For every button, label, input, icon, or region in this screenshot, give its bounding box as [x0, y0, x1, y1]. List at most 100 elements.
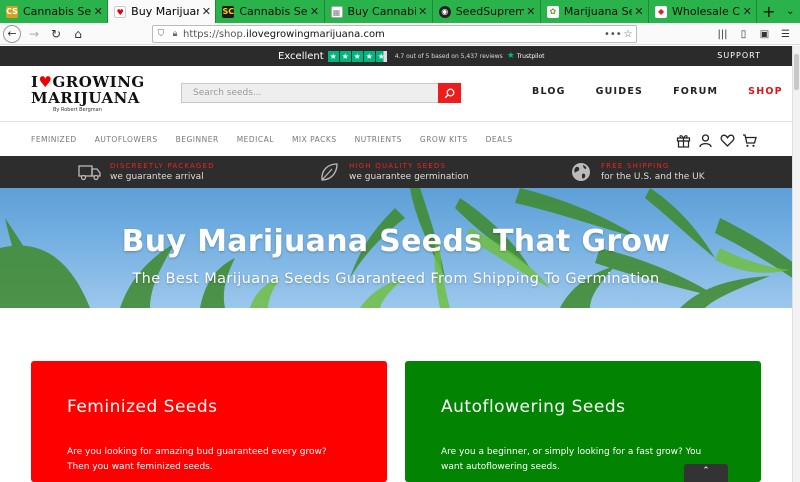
card-title: Feminized Seeds	[67, 397, 218, 417]
browser-tab-1[interactable]: CS Cannabis Seeds ✕	[0, 0, 109, 23]
nav-forum[interactable]: FORUM	[673, 86, 718, 97]
search-form	[181, 83, 461, 103]
tab-close-icon[interactable]: ✕	[199, 5, 213, 18]
url-text[interactable]: https://shop.ilovegrowingmarijuana.com	[181, 29, 604, 40]
card-description: Are you looking for amazing bud guarante…	[67, 445, 357, 475]
wishlist-heart-icon[interactable]	[719, 132, 735, 148]
tab-close-icon[interactable]: ✕	[632, 5, 646, 18]
site-logo[interactable]: I♥GROWING MARIJUANA By Robert Bergman	[31, 74, 146, 116]
tab-list-menu-icon[interactable]: ⌄	[781, 0, 800, 23]
star-icon: ★	[339, 50, 351, 62]
globe-icon	[568, 160, 594, 184]
nav-blog[interactable]: BLOG	[532, 86, 566, 97]
lock-icon[interactable]: 🔒︎	[169, 29, 181, 39]
scroll-to-top-button[interactable]: ⌃	[684, 464, 728, 482]
site-header: I♥GROWING MARIJUANA By Robert Bergman BL…	[0, 66, 800, 122]
feminized-seeds-card[interactable]: Feminized Seeds Are you looking for amaz…	[31, 361, 387, 482]
trustpilot-logo: ★ Trustpilot	[507, 51, 545, 61]
tab-close-icon[interactable]: ✕	[524, 5, 538, 18]
trust-excellent-label: Excellent	[278, 50, 324, 62]
benefit-quality: HIGH QUALITY SEEDS we guarantee germinat…	[316, 160, 469, 184]
tab-close-icon[interactable]: ✕	[416, 5, 430, 18]
home-icon[interactable]: ⌂	[67, 24, 89, 44]
browser-tab-6[interactable]: ✿ Marijuana Seed ✕	[541, 0, 650, 23]
url-domain: ilovegrowingmarijuana.com	[246, 28, 385, 40]
url-bar[interactable]: ⛉ 🔒︎ https://shop.ilovegrowingmarijuana.…	[152, 25, 637, 43]
benefit-subtitle: we guarantee germination	[349, 172, 469, 182]
cart-icon[interactable]	[741, 132, 757, 148]
tracking-shield-icon[interactable]: ⛉	[153, 29, 169, 39]
tab-label: Buy Marijuana S	[131, 5, 199, 18]
leaf-icon	[316, 160, 342, 184]
browser-tab-7[interactable]: ◆ Wholesale Cann ✕	[649, 0, 758, 23]
tab-favicon-icon: SC	[222, 5, 235, 18]
page-scrollbar[interactable]	[792, 46, 800, 482]
category-grow-kits[interactable]: GROW KITS	[420, 135, 468, 144]
star-icon: ★	[327, 50, 339, 62]
browser-toolbar: ← → ↻ ⌂ ⛉ 🔒︎ https://shop.ilovegrowingma…	[0, 23, 800, 45]
benefit-subtitle: for the U.S. and the UK	[601, 172, 705, 182]
new-tab-button[interactable]: +	[757, 0, 780, 23]
tab-label: Buy Cannabis S	[347, 5, 416, 18]
benefit-text: FREE SHIPPING for the U.S. and the UK	[601, 161, 705, 183]
card-description-line: Are you a beginner, or simply looking fo…	[441, 447, 702, 457]
star-icon: ★	[351, 50, 363, 62]
tab-label: Marijuana Seed	[563, 5, 632, 18]
account-icon[interactable]	[697, 132, 713, 148]
bookmark-star-icon[interactable]: ☆	[620, 29, 636, 40]
browser-tab-2[interactable]: ♥ Buy Marijuana S ✕	[108, 0, 217, 23]
category-mix-packs[interactable]: MIX PACKS	[292, 135, 337, 144]
gift-icon[interactable]	[675, 132, 691, 148]
star-icon: ★	[363, 50, 375, 62]
search-button[interactable]	[438, 83, 461, 103]
library-icon[interactable]: |||	[714, 26, 731, 42]
reload-icon[interactable]: ↻	[45, 24, 67, 44]
category-deals[interactable]: DEALS	[486, 135, 513, 144]
browser-tab-5[interactable]: ◉ SeedSupreme S ✕	[433, 0, 541, 23]
back-arrow-icon[interactable]: ←	[3, 24, 21, 43]
support-link[interactable]: SUPPORT	[717, 46, 761, 66]
category-autoflowers[interactable]: AUTOFLOWERS	[95, 135, 158, 144]
tab-close-icon[interactable]: ✕	[740, 5, 754, 18]
browser-tab-3[interactable]: SC Cannabis Seeds ✕	[216, 0, 325, 23]
reader-icon[interactable]: ▣	[756, 26, 773, 42]
nav-guides[interactable]: GUIDES	[596, 86, 643, 97]
main-nav: BLOG GUIDES FORUM SHOP	[532, 86, 783, 97]
tab-favicon-icon: ♥	[114, 5, 127, 18]
forward-arrow-icon[interactable]: →	[23, 24, 45, 44]
category-feminized[interactable]: FEMINIZED	[31, 135, 77, 144]
benefit-shipping: FREE SHIPPING for the U.S. and the UK	[568, 160, 705, 184]
search-icon	[444, 88, 455, 98]
trustpilot-bar: Excellent ★ ★ ★ ★ ★ 4.7 out of 5 based o…	[0, 46, 800, 66]
menu-icon[interactable]: ☰	[777, 26, 794, 42]
logo-line-1: I♥GROWING	[31, 74, 146, 90]
browser-tab-4[interactable]: ▦ Buy Cannabis S ✕	[325, 0, 433, 23]
search-input[interactable]	[181, 83, 438, 103]
hero-subtitle: The Best Marijuana Seeds Guaranteed From…	[132, 271, 660, 287]
header-icons	[675, 132, 757, 148]
category-nutrients[interactable]: NUTRIENTS	[355, 135, 402, 144]
category-bar: FEMINIZED AUTOFLOWERS BEGINNER MEDICAL M…	[0, 122, 800, 156]
benefit-text: DISCREETLY PACKAGED we guarantee arrival	[110, 161, 215, 183]
tab-label: Cannabis Seeds	[239, 5, 308, 18]
card-title: Autoflowering Seeds	[441, 397, 626, 417]
tab-close-icon[interactable]: ✕	[308, 5, 322, 18]
card-description-line: Then you want feminized seeds.	[67, 462, 213, 472]
logo-byline: By Robert Bergman	[53, 107, 102, 113]
tab-close-icon[interactable]: ✕	[91, 5, 105, 18]
hero-title: Buy Marijuana Seeds That Grow	[121, 224, 671, 259]
scrollbar-thumb[interactable]	[794, 54, 799, 90]
tab-label: Cannabis Seeds	[23, 5, 92, 18]
category-medical[interactable]: MEDICAL	[237, 135, 274, 144]
trustpilot-widget[interactable]: Excellent ★ ★ ★ ★ ★ 4.7 out of 5 based o…	[278, 46, 545, 66]
toolbar-right: ||| ▯ ▣ ☰	[714, 26, 794, 42]
nav-shop[interactable]: SHOP	[748, 86, 783, 97]
logo-line-2: MARIJUANA	[31, 89, 140, 107]
tab-favicon-icon: ▦	[330, 5, 343, 18]
benefit-discreet: DISCREETLY PACKAGED we guarantee arrival	[77, 160, 215, 184]
sidebar-icon[interactable]: ▯	[735, 26, 752, 42]
benefit-title: DISCREETLY PACKAGED	[110, 162, 215, 170]
trust-stars: ★ ★ ★ ★ ★	[327, 50, 387, 62]
page-actions-icon[interactable]: •••	[604, 29, 622, 40]
category-beginner[interactable]: BEGINNER	[176, 135, 219, 144]
